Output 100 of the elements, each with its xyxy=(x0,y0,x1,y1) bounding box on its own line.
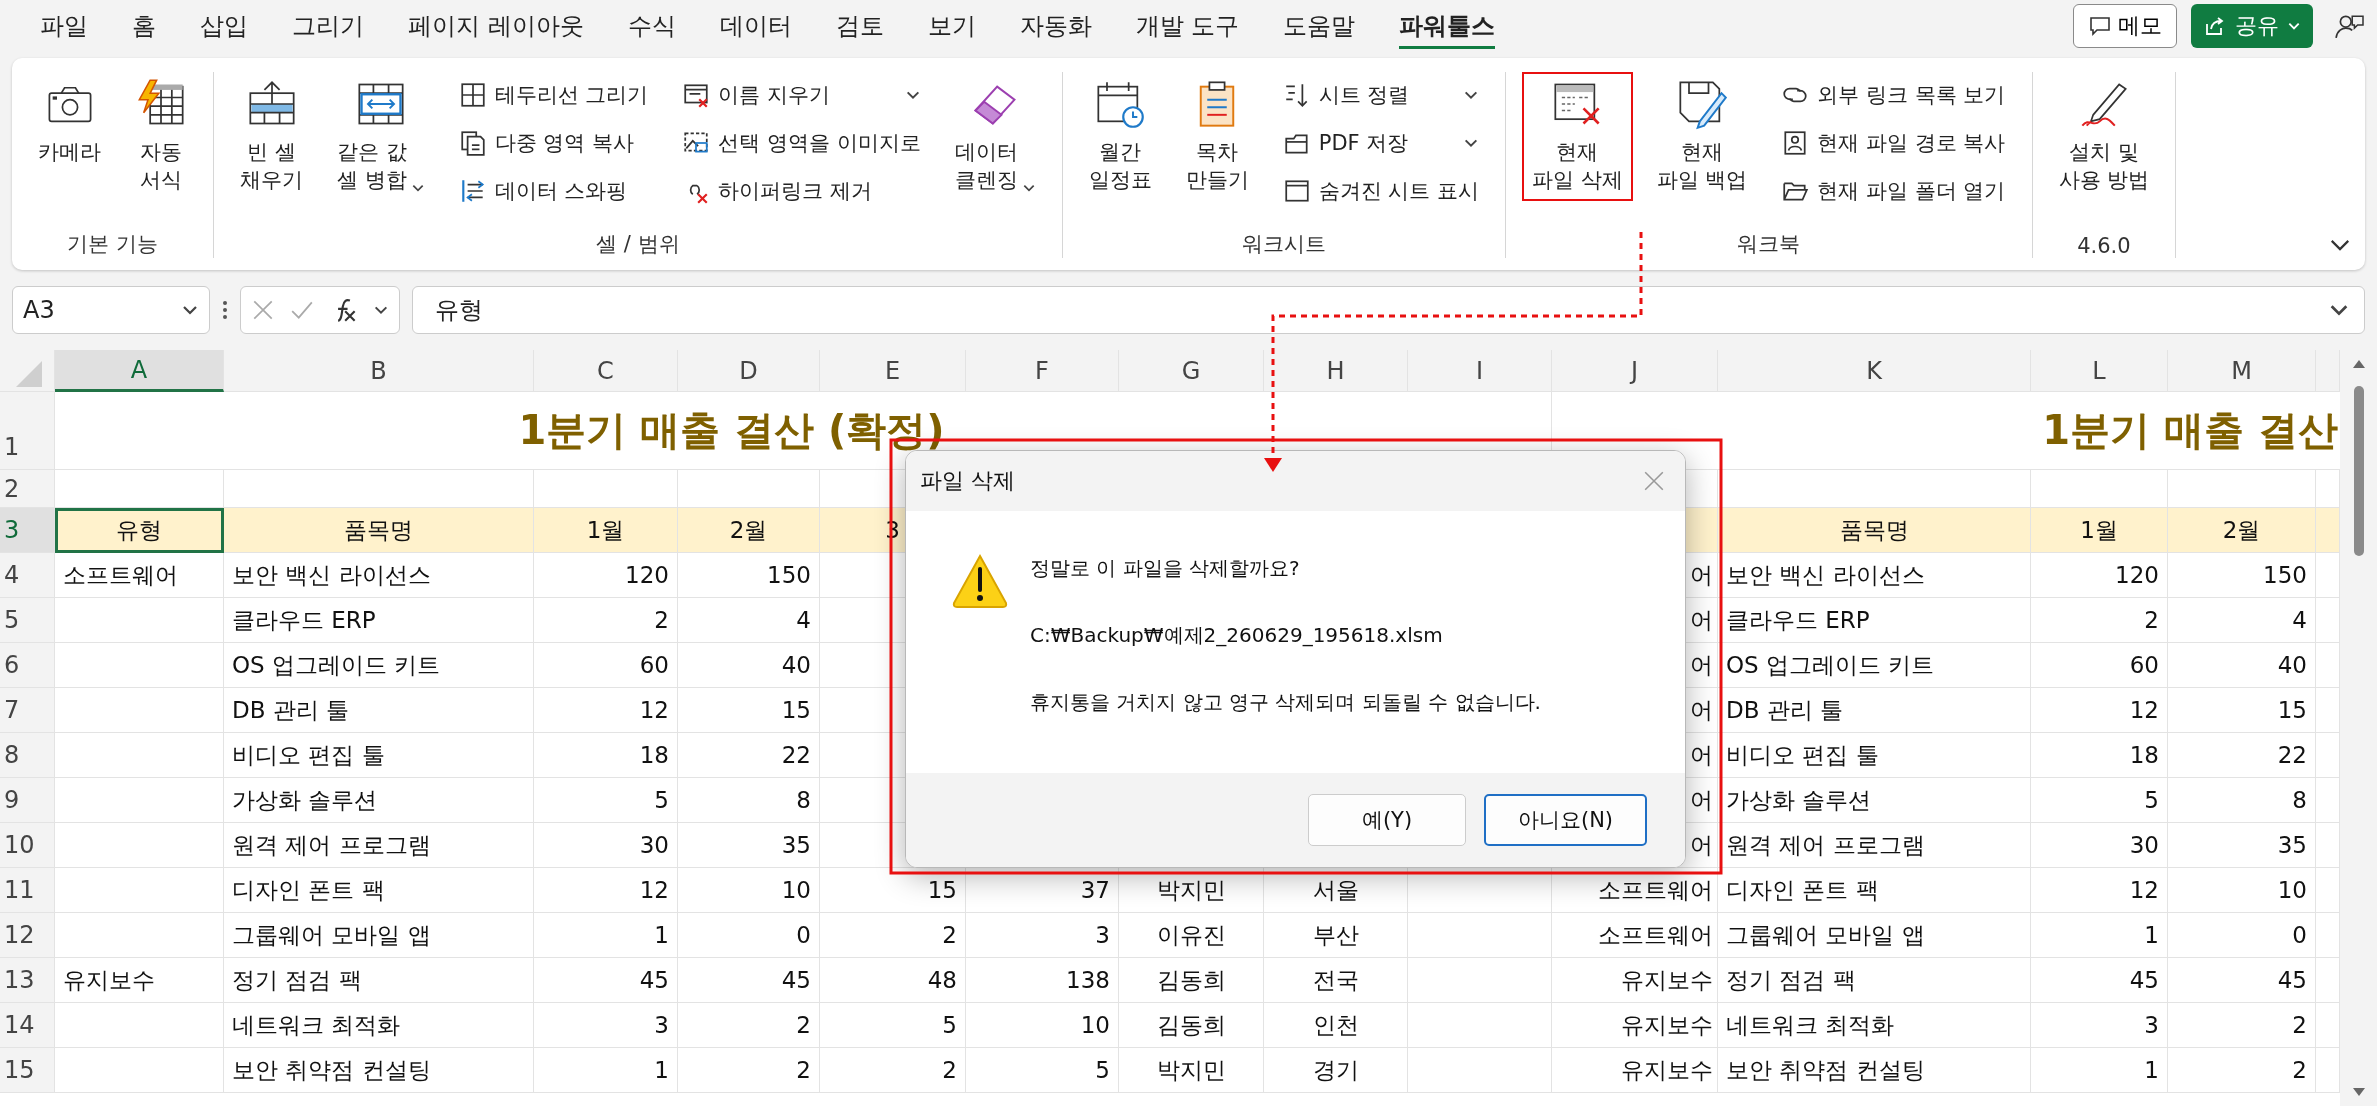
dialog-button[interactable]: 예(Y) xyxy=(1308,794,1466,846)
row-header[interactable]: 4 xyxy=(0,553,55,598)
dialog-title: 파일 삭제 xyxy=(920,467,1015,495)
ribbon-button[interactable]: 설치 및 사용 방법 xyxy=(2048,72,2160,201)
menu-tab[interactable]: 도움말 xyxy=(1283,3,1356,49)
menu-tab[interactable]: 그리기 xyxy=(292,3,364,49)
memo-button[interactable]: 메모 xyxy=(2073,4,2177,48)
table-cell: 비디오 편집 툴 xyxy=(1718,733,2031,778)
formula-field[interactable]: 유형 xyxy=(412,286,2365,334)
ribbon-button[interactable]: 자동 서식 xyxy=(125,72,197,201)
column-header[interactable]: C xyxy=(534,350,678,392)
ribbon-button[interactable]: 목차 만들기 xyxy=(1175,72,1259,201)
menu-tab[interactable]: 개발 도구 xyxy=(1135,3,1240,49)
close-icon[interactable] xyxy=(1643,470,1665,492)
ribbon-button[interactable]: 현재 파일 삭제 xyxy=(1522,72,1633,201)
ribbon-button[interactable]: 현재 파일 폴더 열기 xyxy=(1777,168,2010,214)
column-header[interactable]: L xyxy=(2031,350,2168,392)
table-cell: 비디오 편집 툴 xyxy=(224,733,534,778)
save-pencil-icon xyxy=(1676,78,1729,130)
table-cell: 10 xyxy=(2168,868,2316,913)
row-header[interactable]: 11 xyxy=(0,868,55,913)
name-box[interactable]: A3 xyxy=(12,286,210,334)
column-header[interactable]: I xyxy=(1408,350,1552,392)
column-header[interactable]: F xyxy=(966,350,1119,392)
menu-tab[interactable]: 데이터 xyxy=(719,3,792,49)
table-cell: 2 xyxy=(820,1048,966,1093)
menu-tab[interactable]: 자동화 xyxy=(1019,3,1092,49)
row-header[interactable]: 9 xyxy=(0,778,55,823)
ribbon-button[interactable]: 같은 값 셀 병합 xyxy=(327,72,435,201)
column-header[interactable]: K xyxy=(1718,350,2031,392)
table-cell: DB 관리 툴 xyxy=(1718,688,2031,733)
ribbon-button[interactable]: 카메라 xyxy=(28,72,111,173)
ribbon-button[interactable]: 이름 지우기 xyxy=(678,72,925,118)
ribbon-button[interactable]: 다중 영역 복사 xyxy=(454,120,653,166)
row-header[interactable]: 8 xyxy=(0,733,55,778)
table-cell: 40 xyxy=(678,643,820,688)
comment-icon xyxy=(2088,14,2112,38)
ribbon-button[interactable]: 테두리선 그리기 xyxy=(454,72,653,118)
person-icon[interactable] xyxy=(2333,12,2365,40)
table-cell: 2 xyxy=(2168,1003,2316,1048)
table-cell: 원격 제어 프로그램 xyxy=(1718,823,2031,868)
header-cell: 2월 xyxy=(2168,508,2316,553)
table-cell: 보안 취약점 컨설팅 xyxy=(1718,1048,2031,1093)
column-header[interactable]: A xyxy=(55,350,224,392)
ribbon-button[interactable]: 외부 링크 목록 보기 xyxy=(1777,72,2010,118)
menu-tab[interactable]: 홈 xyxy=(132,3,156,49)
ribbon-button[interactable]: 데이터 스와핑 xyxy=(454,168,653,214)
table-cell: 인천 xyxy=(1264,1003,1408,1048)
ribbon-button[interactable]: PDF 저장 xyxy=(1278,120,1484,166)
table-cell: 클라우드 ERP xyxy=(224,598,534,643)
table-cell: 35 xyxy=(678,823,820,868)
ribbon-button[interactable]: 하이퍼링크 제거 xyxy=(678,168,925,214)
row-header[interactable]: 15 xyxy=(0,1048,55,1093)
table-cell: 45 xyxy=(678,958,820,1003)
ribbon-button[interactable]: 월간 일정표 xyxy=(1078,72,1162,201)
row-header[interactable]: 12 xyxy=(0,913,55,958)
menu-tab[interactable]: 보기 xyxy=(927,3,976,49)
row-header[interactable]: 6 xyxy=(0,643,55,688)
ribbon-button[interactable]: 데이터 클렌징 xyxy=(944,72,1046,201)
table-cell: 5 xyxy=(820,1003,966,1048)
table-cell: 유지보수 xyxy=(1552,1003,1718,1048)
row-header[interactable]: 5 xyxy=(0,598,55,643)
menu-tab[interactable]: 삽입 xyxy=(200,3,248,49)
column-header[interactable]: M xyxy=(2168,350,2316,392)
row-header[interactable]: 2 xyxy=(0,470,55,508)
row-header[interactable]: 1 xyxy=(0,392,55,470)
column-header[interactable]: G xyxy=(1119,350,1264,392)
menu-tab[interactable]: 파일 xyxy=(40,3,88,49)
menu-tab[interactable]: 파워툴스 xyxy=(1399,3,1496,49)
ribbon-button[interactable]: 현재 파일 경로 복사 xyxy=(1777,120,2010,166)
column-header[interactable]: E xyxy=(820,350,966,392)
row-header[interactable]: 13 xyxy=(0,958,55,1003)
header-cell: 품목명 xyxy=(1718,508,2031,553)
header-cell: 유형 xyxy=(55,508,224,553)
table-cell: 2 xyxy=(678,1003,820,1048)
menu-tab[interactable]: 수식 xyxy=(627,3,676,49)
table-cell: 김동희 xyxy=(1119,1003,1264,1048)
column-header[interactable]: B xyxy=(224,350,534,392)
table-cell: 150 xyxy=(678,553,820,598)
column-header[interactable]: J xyxy=(1552,350,1718,392)
row-header[interactable]: 7 xyxy=(0,688,55,733)
share-button[interactable]: 공유 xyxy=(2191,4,2313,48)
table-cell: 경기 xyxy=(1264,1048,1408,1093)
column-header[interactable]: D xyxy=(678,350,820,392)
ribbon-button[interactable]: 숨겨진 시트 표시 xyxy=(1278,168,1484,214)
table-cell: 3 xyxy=(966,913,1119,958)
ribbon-button[interactable]: 시트 정렬 xyxy=(1278,72,1484,118)
menu-tab[interactable]: 페이지 레이아웃 xyxy=(408,3,584,49)
row-header[interactable]: 10 xyxy=(0,823,55,868)
row-header[interactable]: 3 xyxy=(0,508,55,553)
row-header[interactable]: 14 xyxy=(0,1003,55,1048)
grid-icon xyxy=(458,81,487,109)
ribbon-button[interactable]: 현재 파일 백업 xyxy=(1646,72,1758,201)
menu-tab[interactable]: 검토 xyxy=(835,3,884,49)
scroll-thumb[interactable] xyxy=(2353,386,2364,556)
table-cell: 보안 백신 라이선스 xyxy=(1718,553,2031,598)
column-header[interactable]: H xyxy=(1264,350,1408,392)
dialog-button[interactable]: 아니요(N) xyxy=(1484,794,1647,846)
ribbon-button[interactable]: 선택 영역을 이미지로 xyxy=(678,120,925,166)
ribbon-button[interactable]: 빈 셀 채우기 xyxy=(230,72,313,201)
